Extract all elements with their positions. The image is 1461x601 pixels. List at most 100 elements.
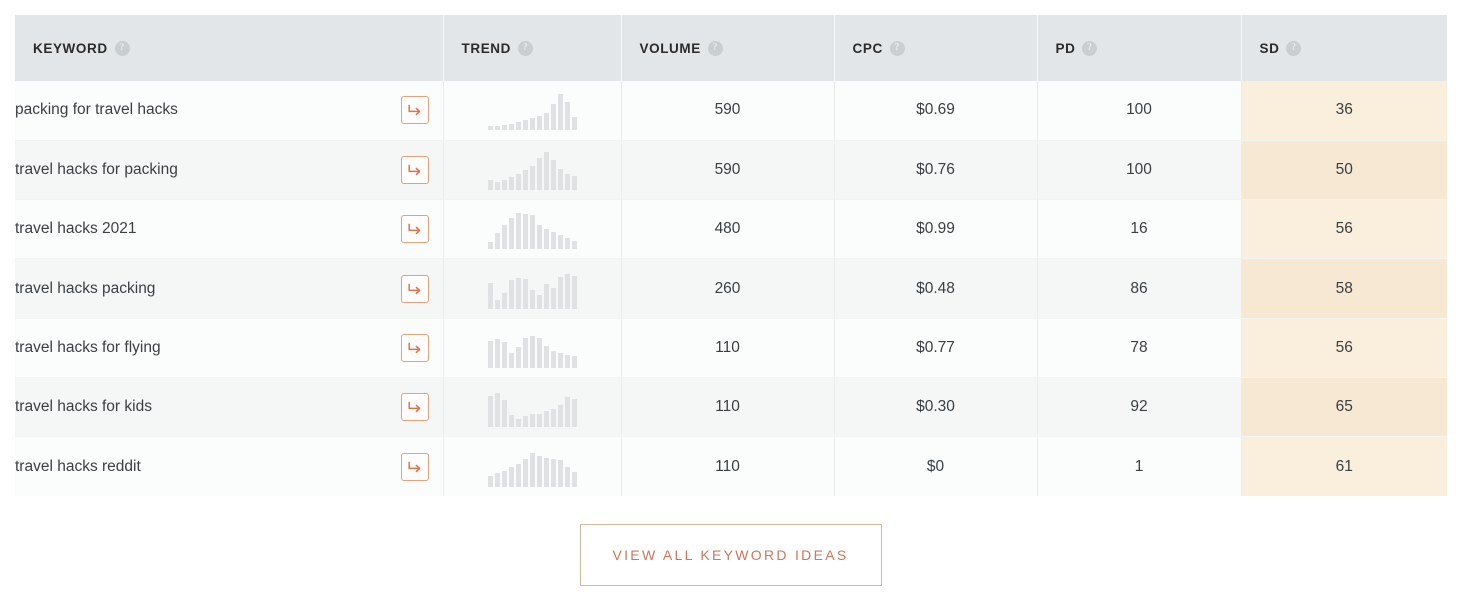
trend-bar: [564, 396, 570, 428]
cell-volume: 260: [621, 258, 835, 319]
table-row[interactable]: travel hacks 2021 480 $0.99 16 56: [15, 199, 1447, 260]
trend-bar: [501, 470, 507, 487]
footer-actions: VIEW ALL KEYWORD IDEAS: [0, 524, 1461, 586]
trend-bar: [557, 169, 563, 190]
trend-bar: [550, 408, 556, 428]
trend-bar: [494, 473, 500, 487]
help-icon[interactable]: ?: [707, 40, 723, 56]
cell-pd: 78: [1037, 318, 1242, 378]
arrow-right-curved-icon[interactable]: [400, 333, 429, 362]
trend-bar: [487, 395, 493, 428]
trend-bar: [487, 341, 493, 368]
trend-bar: [529, 118, 535, 131]
trend-bar: [522, 459, 528, 487]
trend-bar: [557, 235, 563, 250]
cell-cpc: $0: [834, 436, 1038, 497]
cell-volume: 110: [621, 377, 835, 438]
trend-bar: [494, 393, 500, 428]
trend-bar: [487, 283, 493, 309]
help-icon[interactable]: ?: [114, 40, 130, 56]
trend-bar: [501, 400, 507, 428]
trend-bar: [543, 410, 549, 428]
trend-bar: [536, 158, 542, 190]
arrow-right-curved-icon[interactable]: [400, 452, 429, 481]
trend-bar: [522, 214, 528, 250]
trend-bar: [557, 460, 563, 487]
trend-bar: [515, 418, 521, 428]
trend-bar: [536, 225, 542, 250]
help-icon[interactable]: ?: [1286, 40, 1302, 56]
cell-pd: 1: [1037, 436, 1242, 497]
trend-bar: [501, 179, 507, 190]
trend-bar: [508, 176, 514, 190]
cell-trend: [442, 377, 622, 438]
trend-bar: [529, 452, 535, 487]
trend-bar: [487, 125, 493, 131]
table-row[interactable]: packing for travel hacks 590 $0.69 100 36: [15, 81, 1447, 141]
trend-bar: [571, 275, 577, 309]
view-all-keyword-ideas-button[interactable]: VIEW ALL KEYWORD IDEAS: [579, 524, 882, 586]
cell-pd: 100: [1037, 81, 1242, 141]
trend-bar: [571, 117, 577, 131]
trend-bar: [529, 215, 535, 250]
table-header: KEYWORD ? TREND ? VOLUME ? CPC ? PD ? SD…: [15, 15, 1447, 81]
cell-cpc: $0.69: [834, 81, 1038, 141]
trend-bar: [515, 174, 521, 190]
cell-keyword: travel hacks for flying: [15, 318, 443, 378]
trend-bar: [515, 212, 521, 250]
column-header-pd[interactable]: PD ?: [1037, 15, 1242, 81]
trend-bar: [564, 354, 570, 368]
trend-bar: [564, 238, 570, 250]
keyword-text: packing for travel hacks: [15, 101, 178, 119]
trend-bar: [543, 113, 549, 131]
help-icon[interactable]: ?: [518, 40, 533, 56]
trend-bar: [550, 231, 556, 250]
cell-pd: 16: [1037, 199, 1242, 260]
trend-bar: [571, 176, 577, 190]
trend-bar: [564, 101, 570, 131]
cell-sd: 56: [1241, 318, 1447, 378]
cell-trend: [442, 436, 622, 497]
help-icon[interactable]: ?: [1082, 40, 1098, 56]
column-header-pd-label: PD: [1055, 40, 1076, 56]
column-header-volume[interactable]: VOLUME ?: [621, 15, 835, 81]
trend-bar: [550, 351, 556, 368]
cell-volume: 110: [621, 318, 835, 378]
table-row[interactable]: travel hacks for kids 110 $0.30 92 65: [15, 377, 1447, 438]
column-header-sd[interactable]: SD ?: [1241, 15, 1447, 81]
table-row[interactable]: travel hacks for flying 110 $0.77 78 56: [15, 318, 1447, 378]
cell-cpc: $0.76: [834, 140, 1038, 201]
keyword-text: travel hacks for flying: [15, 338, 161, 356]
trend-bar: [508, 217, 514, 250]
keyword-ideas-panel: KEYWORD ? TREND ? VOLUME ? CPC ? PD ? SD…: [0, 0, 1461, 601]
cell-pd: 86: [1037, 258, 1242, 319]
table-row[interactable]: travel hacks packing 260 $0.48 86 58: [15, 258, 1447, 319]
cell-trend: [442, 258, 622, 319]
trend-bar: [564, 466, 570, 487]
arrow-right-curved-icon[interactable]: [400, 215, 429, 244]
table-row[interactable]: travel hacks for packing 590 $0.76 100 50: [15, 140, 1447, 201]
arrow-right-curved-icon[interactable]: [400, 274, 429, 303]
arrow-right-curved-icon[interactable]: [400, 393, 429, 422]
help-icon[interactable]: ?: [889, 40, 905, 56]
column-header-cpc[interactable]: CPC ?: [834, 15, 1038, 81]
trend-bar: [529, 413, 535, 428]
keyword-table-container: KEYWORD ? TREND ? VOLUME ? CPC ? PD ? SD…: [15, 15, 1447, 497]
cell-volume: 590: [621, 140, 835, 201]
cell-cpc: $0.30: [834, 377, 1038, 438]
trend-bar: [487, 475, 493, 487]
cell-pd: 92: [1037, 377, 1242, 438]
column-header-keyword[interactable]: KEYWORD ?: [15, 15, 444, 81]
trend-bar: [543, 346, 549, 368]
column-header-volume-label: VOLUME: [639, 40, 701, 56]
trend-bar: [522, 120, 528, 131]
cell-keyword: travel hacks reddit: [15, 436, 443, 497]
table-row[interactable]: travel hacks reddit 110 $0 1 61: [15, 436, 1447, 497]
arrow-right-curved-icon[interactable]: [400, 155, 429, 184]
trend-bar: [557, 405, 563, 428]
trend-sparkline: [444, 269, 621, 309]
trend-bar: [536, 295, 542, 309]
column-header-trend[interactable]: TREND ?: [443, 15, 622, 81]
arrow-right-curved-icon[interactable]: [400, 96, 429, 125]
cell-trend: [442, 318, 622, 378]
